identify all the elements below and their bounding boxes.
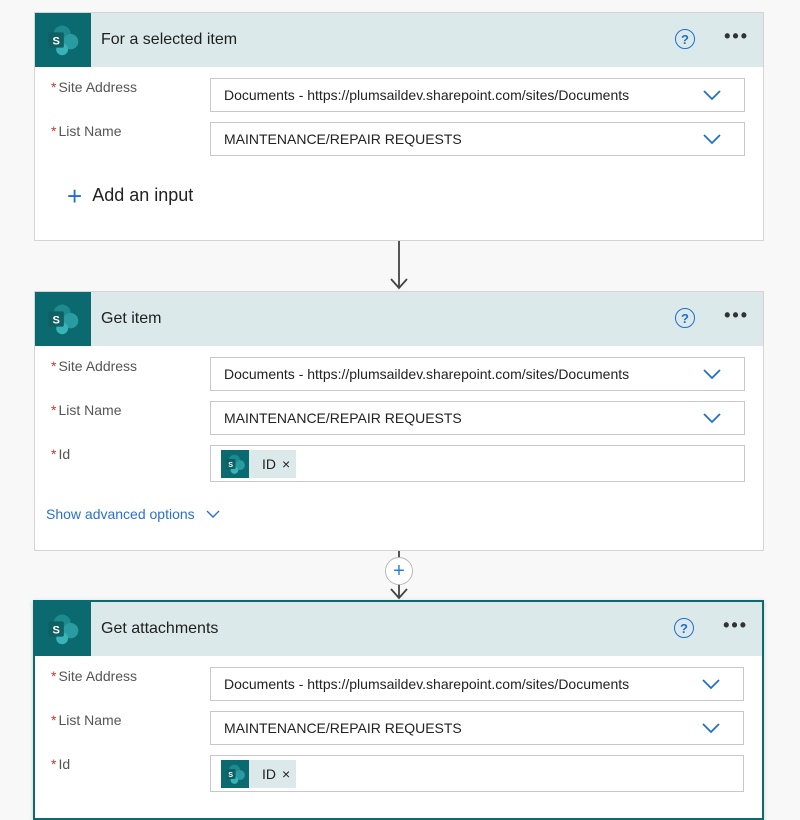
field-label: * Id	[51, 756, 71, 772]
list-name-value: MAINTENANCE/REPAIR REQUESTS	[224, 410, 462, 426]
show-advanced-options-link[interactable]: Show advanced options	[46, 506, 221, 522]
field-site-address: * Site Address Documents - https://plumsa…	[35, 67, 763, 112]
field-id: * Id ID ×	[35, 744, 762, 792]
site-address-value: Documents - https://plumsaildev.sharepoi…	[224, 366, 630, 382]
card-title: Get attachments	[101, 620, 219, 637]
field-label: * Site Address	[51, 358, 138, 374]
field-site-address: * Site Address Documents - https://plumsa…	[35, 346, 763, 391]
site-address-dropdown[interactable]: Documents - https://plumsaildev.sharepoi…	[210, 78, 745, 112]
chevron-down-icon[interactable]	[702, 88, 722, 102]
list-name-value: MAINTENANCE/REPAIR REQUESTS	[224, 131, 462, 147]
sharepoint-icon	[35, 13, 91, 67]
remove-token-icon[interactable]: ×	[282, 766, 290, 782]
more-options-icon[interactable]: •••	[724, 26, 749, 46]
more-options-icon[interactable]: •••	[724, 305, 749, 325]
list-name-dropdown[interactable]: MAINTENANCE/REPAIR REQUESTS	[210, 122, 745, 156]
dynamic-content-token[interactable]: ID ×	[221, 759, 297, 788]
sharepoint-icon	[221, 759, 249, 788]
help-icon[interactable]: ?	[674, 618, 694, 638]
sharepoint-icon	[35, 602, 91, 656]
field-label: * List Name	[51, 123, 122, 139]
card-title: For a selected item	[101, 31, 238, 48]
card-header[interactable]: Get item ? •••	[35, 292, 763, 346]
chevron-down-icon[interactable]	[702, 411, 722, 425]
card-header[interactable]: Get attachments ? •••	[35, 602, 762, 656]
field-label: * List Name	[51, 712, 122, 728]
site-address-value: Documents - https://plumsaildev.sharepoi…	[224, 87, 630, 103]
sharepoint-icon	[35, 292, 91, 346]
dynamic-content-token[interactable]: ID ×	[221, 449, 297, 478]
field-id: * Id ID ×	[35, 434, 763, 482]
help-icon[interactable]: ?	[675, 308, 695, 328]
card-get-attachments[interactable]: Get attachments ? ••• * Site Address Docu…	[33, 600, 764, 820]
card-get-item[interactable]: Get item ? ••• * Site Address Documents -…	[34, 291, 764, 551]
chevron-down-icon[interactable]	[701, 721, 721, 735]
field-label: * Id	[51, 446, 71, 462]
field-site-address: * Site Address Documents - https://plumsa…	[35, 656, 762, 701]
card-for-selected-item[interactable]: For a selected item ? ••• * Site Address …	[34, 12, 764, 241]
field-list-name: * List Name MAINTENANCE/REPAIR REQUESTS	[35, 390, 763, 435]
list-name-value: MAINTENANCE/REPAIR REQUESTS	[224, 720, 462, 736]
field-label: * Site Address	[51, 79, 138, 95]
chevron-down-icon[interactable]	[702, 367, 722, 381]
card-title: Get item	[101, 310, 162, 327]
sharepoint-icon	[221, 449, 249, 478]
more-options-icon[interactable]: •••	[723, 615, 748, 635]
field-label: * Site Address	[51, 668, 138, 684]
chevron-down-icon[interactable]	[702, 132, 722, 146]
list-name-dropdown[interactable]: MAINTENANCE/REPAIR REQUESTS	[210, 401, 745, 435]
site-address-dropdown[interactable]: Documents - https://plumsaildev.sharepoi…	[210, 667, 744, 701]
help-icon[interactable]: ?	[675, 29, 695, 49]
field-list-name: * List Name MAINTENANCE/REPAIR REQUESTS	[35, 700, 762, 745]
insert-step-button[interactable]: +	[385, 557, 413, 585]
arrow-down-icon	[390, 241, 408, 290]
add-input-button[interactable]: + Add an input	[67, 180, 193, 211]
id-input[interactable]: ID ×	[210, 445, 745, 482]
id-input[interactable]: ID ×	[210, 755, 744, 792]
chevron-down-icon[interactable]	[701, 677, 721, 691]
plus-icon: +	[67, 180, 83, 211]
site-address-value: Documents - https://plumsaildev.sharepoi…	[224, 676, 630, 692]
site-address-dropdown[interactable]: Documents - https://plumsaildev.sharepoi…	[210, 357, 745, 391]
field-list-name: * List Name MAINTENANCE/REPAIR REQUESTS	[35, 111, 763, 156]
chevron-down-icon	[206, 510, 220, 518]
field-label: * List Name	[51, 402, 122, 418]
card-header[interactable]: For a selected item ? •••	[35, 13, 763, 67]
remove-token-icon[interactable]: ×	[282, 456, 290, 472]
list-name-dropdown[interactable]: MAINTENANCE/REPAIR REQUESTS	[210, 711, 744, 745]
